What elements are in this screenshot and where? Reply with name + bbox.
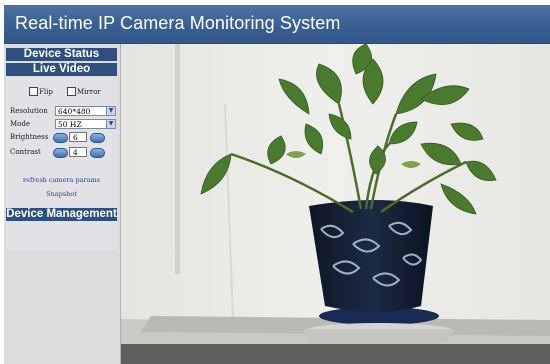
chevron-down-icon: ▼ xyxy=(106,119,116,129)
device-status-button[interactable]: Device Status xyxy=(6,48,117,61)
contrast-value: 4 xyxy=(69,147,87,157)
video-feed xyxy=(121,44,550,364)
mode-select[interactable]: 50 HZ ▼ xyxy=(55,119,116,129)
mode-value: 50 HZ xyxy=(58,120,82,129)
contrast-decrease-button[interactable] xyxy=(53,148,68,158)
device-management-button[interactable]: Device Management xyxy=(6,208,117,221)
contrast-increase-button[interactable] xyxy=(90,148,105,158)
mode-label: Mode xyxy=(10,120,31,128)
brightness-increase-button[interactable] xyxy=(90,133,105,143)
app-title: Real-time IP Camera Monitoring System xyxy=(15,13,341,33)
snapshot-link[interactable]: Snapshot xyxy=(6,190,117,198)
live-video-button[interactable]: Live Video xyxy=(6,63,117,76)
chevron-down-icon: ▼ xyxy=(106,106,116,116)
mirror-label: Mirror xyxy=(77,88,101,96)
brightness-decrease-button[interactable] xyxy=(53,133,68,143)
flip-checkbox[interactable] xyxy=(29,87,38,96)
contrast-label: Contrast xyxy=(10,148,41,156)
sidebar: Device Status Live Video Flip Mirror Res… xyxy=(4,44,122,364)
brightness-label: Brightness xyxy=(10,133,49,141)
flip-label: Flip xyxy=(39,88,53,96)
app-header: Real-time IP Camera Monitoring System xyxy=(4,5,550,44)
mirror-checkbox[interactable] xyxy=(67,87,76,96)
live-video-panel: Flip Mirror Resolution 640*480 ▼ Mode 50… xyxy=(6,78,117,250)
brightness-value: 6 xyxy=(69,132,87,142)
resolution-label: Resolution xyxy=(10,107,48,115)
resolution-select[interactable]: 640*480 ▼ xyxy=(55,106,116,116)
refresh-camera-params-link[interactable]: refresh camera params xyxy=(6,176,117,184)
camera-image xyxy=(121,44,550,364)
resolution-value: 640*480 xyxy=(58,107,91,116)
